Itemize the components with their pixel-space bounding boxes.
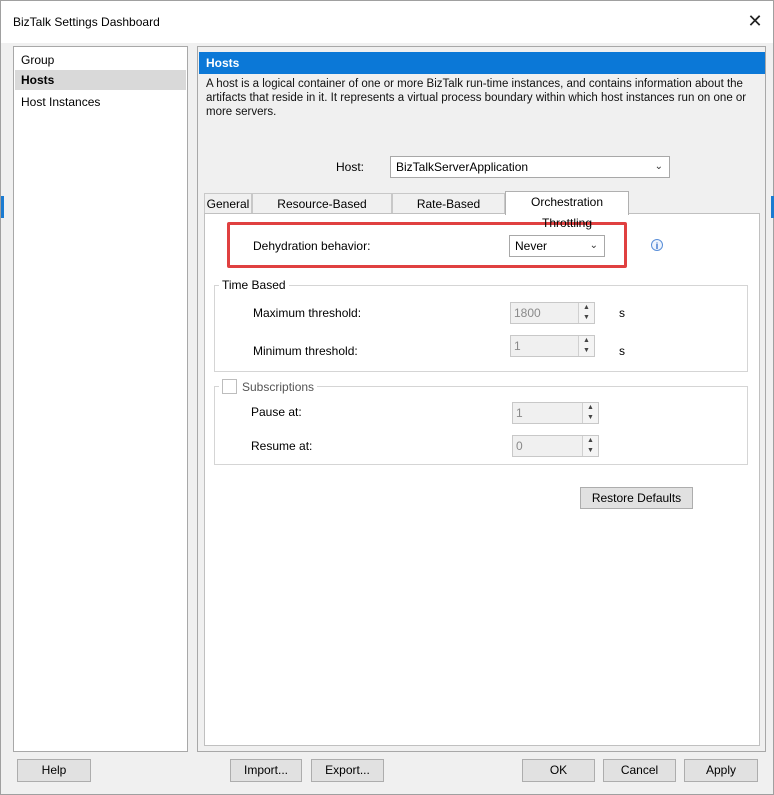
stepper-buttons[interactable]: ▲ ▼ xyxy=(582,436,598,456)
maximum-threshold-label: Maximum threshold: xyxy=(253,306,362,320)
pause-at-label: Pause at: xyxy=(251,405,302,419)
host-label: Host: xyxy=(336,160,365,174)
nav-item-group[interactable]: Group xyxy=(15,50,186,70)
maximum-threshold-stepper[interactable]: 1800 ▲ ▼ xyxy=(510,302,595,324)
orchestration-throttling-panel: Dehydration behavior: Never ⌄ i Time Bas… xyxy=(204,213,760,746)
stepper-buttons[interactable]: ▲ ▼ xyxy=(578,336,594,356)
export-button[interactable]: Export... xyxy=(311,759,384,782)
time-based-group xyxy=(214,285,748,372)
chevron-down-icon: ⌄ xyxy=(589,240,598,251)
tab-general[interactable]: General xyxy=(204,193,252,215)
maximum-threshold-unit: s xyxy=(619,306,625,320)
info-icon[interactable]: i xyxy=(651,239,663,251)
dehydration-value: Never xyxy=(515,239,548,253)
dialog-window: BizTalk Settings Dashboard ✕ Group Hosts… xyxy=(0,0,774,795)
host-dropdown-value: BizTalkServerApplication xyxy=(396,160,529,174)
resume-at-stepper[interactable]: 0 ▲ ▼ xyxy=(512,435,599,457)
close-icon[interactable]: ✕ xyxy=(743,9,767,33)
stepper-buttons[interactable]: ▲ ▼ xyxy=(582,403,598,423)
subscriptions-group xyxy=(214,386,748,465)
maximum-threshold-value: 1800 xyxy=(514,306,541,320)
background-selection-sliver xyxy=(1,196,4,218)
subscriptions-legend: Subscriptions xyxy=(219,379,318,394)
ok-button[interactable]: OK xyxy=(522,759,595,782)
apply-button[interactable]: Apply xyxy=(684,759,758,782)
resume-at-label: Resume at: xyxy=(251,439,313,453)
content-panel: Hosts A host is a logical container of o… xyxy=(197,46,766,752)
minimum-threshold-label: Minimum threshold: xyxy=(253,344,358,358)
pause-at-stepper[interactable]: 1 ▲ ▼ xyxy=(512,402,599,424)
pause-at-value: 1 xyxy=(516,406,523,420)
stepper-buttons[interactable]: ▲ ▼ xyxy=(578,303,594,323)
subscriptions-legend-label: Subscriptions xyxy=(242,379,315,394)
minimum-threshold-stepper[interactable]: 1 ▲ ▼ xyxy=(510,335,595,357)
resume-at-value: 0 xyxy=(516,439,523,453)
window-title: BizTalk Settings Dashboard xyxy=(13,15,160,29)
cancel-button[interactable]: Cancel xyxy=(603,759,676,782)
dehydration-label: Dehydration behavior: xyxy=(253,239,371,253)
minimum-threshold-unit: s xyxy=(619,344,625,358)
subscriptions-checkbox[interactable] xyxy=(222,379,237,394)
nav-item-host-instances[interactable]: Host Instances xyxy=(15,92,186,112)
tab-orchestration-throttling[interactable]: Orchestration Throttling xyxy=(505,191,629,230)
nav-item-hosts[interactable]: Hosts xyxy=(15,70,186,90)
navigation-list: Group Hosts Host Instances xyxy=(13,46,188,752)
section-description: A host is a logical container of one or … xyxy=(206,78,747,118)
host-dropdown[interactable]: BizTalkServerApplication ⌄ xyxy=(390,156,670,178)
import-button[interactable]: Import... xyxy=(230,759,302,782)
tab-rate-based-throttling[interactable]: Rate-Based Throttling xyxy=(392,193,505,232)
chevron-down-icon: ⌄ xyxy=(654,161,663,172)
dehydration-dropdown[interactable]: Never ⌄ xyxy=(509,235,605,257)
help-button[interactable]: Help xyxy=(17,759,91,782)
minimum-threshold-value: 1 xyxy=(514,339,521,353)
time-based-legend: Time Based xyxy=(219,278,289,292)
title-bar: BizTalk Settings Dashboard ✕ xyxy=(1,1,773,43)
restore-defaults-button[interactable]: Restore Defaults xyxy=(580,487,693,509)
section-header: Hosts xyxy=(199,52,765,74)
tab-resource-based-throttling[interactable]: Resource-Based Throttling xyxy=(252,193,392,232)
